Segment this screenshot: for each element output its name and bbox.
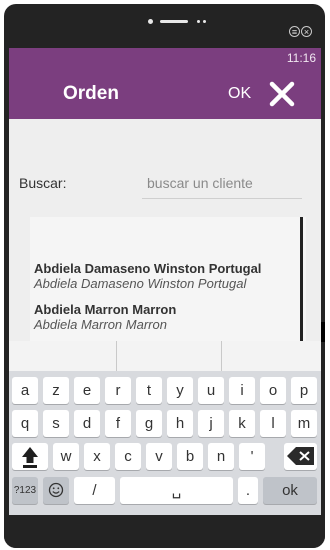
ok-key[interactable]: ok: [263, 477, 317, 504]
key-o[interactable]: o: [260, 377, 286, 404]
key-c[interactable]: c: [115, 443, 141, 470]
shift-key[interactable]: [12, 443, 48, 470]
list-scrollbar[interactable]: [300, 217, 303, 341]
key-v[interactable]: v: [146, 443, 172, 470]
client-subtitle: Abdiela Damaseno Winston Portugal: [34, 276, 247, 291]
key-s[interactable]: s: [43, 410, 69, 437]
search-input[interactable]: [142, 167, 302, 199]
main-content: Buscar: Abdiela Damaseno Winston Portuga…: [9, 119, 321, 341]
keyboard: a z e r t y u i o p q s d f g h j k l m …: [9, 341, 321, 515]
key-d[interactable]: d: [74, 410, 100, 437]
key-n[interactable]: n: [208, 443, 234, 470]
key-u[interactable]: u: [198, 377, 224, 404]
key-k[interactable]: k: [229, 410, 255, 437]
camera-icon: [148, 19, 153, 24]
backspace-icon: [286, 447, 314, 465]
key-g[interactable]: g: [136, 410, 162, 437]
key-h[interactable]: h: [167, 410, 193, 437]
client-subtitle: Abdiela Marron Marron: [34, 317, 167, 332]
key-p[interactable]: p: [291, 377, 317, 404]
client-name: Abdiela Marron Marron: [34, 302, 177, 317]
client-name: Abdiela Damaseno Winston Portugal: [34, 261, 262, 276]
key-i[interactable]: i: [229, 377, 255, 404]
key-f[interactable]: f: [105, 410, 131, 437]
key-t[interactable]: t: [136, 377, 162, 404]
key-a[interactable]: a: [12, 377, 38, 404]
key-j[interactable]: j: [198, 410, 224, 437]
ok-button[interactable]: OK: [228, 85, 251, 103]
key-apostrophe[interactable]: ': [239, 443, 265, 470]
close-window-icon[interactable]: ×: [301, 26, 312, 37]
key-period[interactable]: .: [238, 477, 258, 504]
key-r[interactable]: r: [105, 377, 131, 404]
speaker-grille: [160, 20, 188, 23]
close-icon[interactable]: [267, 79, 297, 109]
sensor-dot: [203, 20, 206, 23]
key-slash[interactable]: /: [74, 477, 115, 504]
status-time: 11:16: [286, 51, 316, 65]
key-m[interactable]: m: [291, 410, 317, 437]
key-y[interactable]: y: [167, 377, 193, 404]
key-b[interactable]: b: [177, 443, 203, 470]
key-e[interactable]: e: [74, 377, 100, 404]
symbols-key[interactable]: ?123: [12, 477, 38, 504]
space-key[interactable]: ␣: [120, 477, 233, 504]
list-item[interactable]: Abdiela Damaseno Winston Portugal Abdiel…: [34, 261, 261, 291]
suggestion-slot[interactable]: [9, 341, 117, 371]
list-item[interactable]: Abdiela Marron Marron Abdiela Marron Mar…: [34, 302, 176, 332]
emoji-key[interactable]: [43, 477, 69, 504]
phone-top-bezel: ≡ ×: [4, 4, 325, 48]
edge-marker: [321, 322, 325, 342]
emoji-icon: [48, 482, 64, 498]
key-z[interactable]: z: [43, 377, 69, 404]
key-l[interactable]: l: [260, 410, 286, 437]
key-x[interactable]: x: [84, 443, 110, 470]
suggestion-slot[interactable]: [222, 341, 321, 371]
search-label: Buscar:: [19, 175, 67, 191]
key-q[interactable]: q: [12, 410, 38, 437]
phone-bottom-bezel: [4, 515, 325, 548]
sensor-dot: [197, 20, 200, 23]
page-title: Orden: [63, 83, 119, 104]
suggestion-slot[interactable]: [117, 341, 222, 371]
shift-icon: [22, 447, 38, 468]
suggestion-bar: [9, 341, 321, 371]
backspace-key[interactable]: [284, 443, 317, 470]
menu-icon[interactable]: ≡: [289, 26, 300, 37]
client-list[interactable]: Abdiela Damaseno Winston Portugal Abdiel…: [30, 217, 306, 341]
key-w[interactable]: w: [53, 443, 79, 470]
app-bar: 11:16 Orden OK: [9, 48, 321, 119]
